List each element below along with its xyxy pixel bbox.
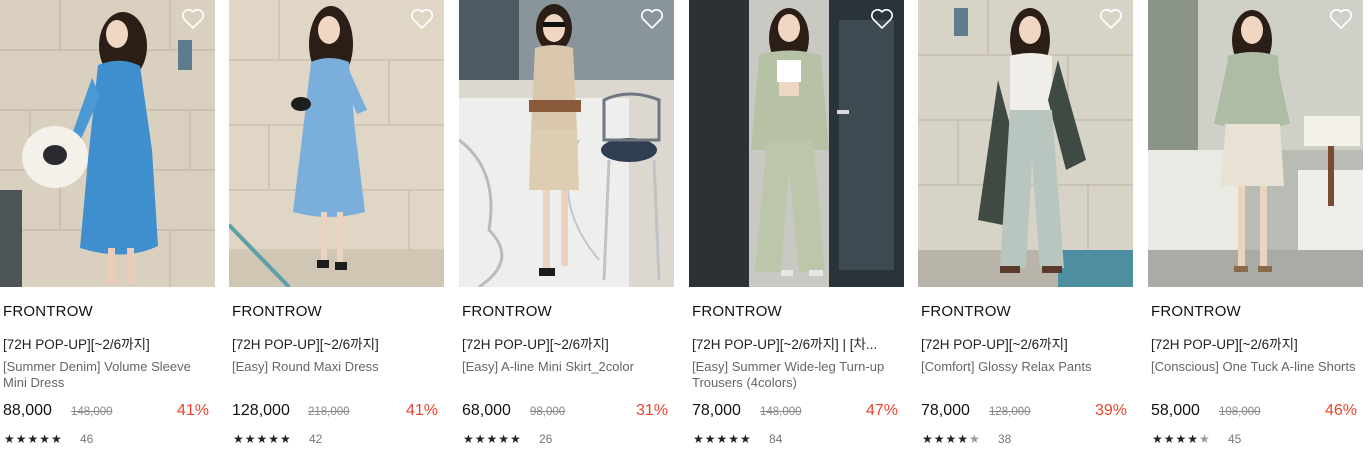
brand-name[interactable]: FRONTROW bbox=[462, 303, 552, 320]
rating-stars: ★★★★★ bbox=[922, 432, 981, 446]
product-card[interactable]: FRONTROW [72H POP-UP][~2/6까지] [Easy] A-l… bbox=[459, 0, 674, 473]
promo-tag: [72H POP-UP][~2/6까지] bbox=[232, 337, 379, 352]
rating-stars: ★★★★★ bbox=[1152, 432, 1211, 446]
rating-stars: ★★★★★ bbox=[4, 432, 63, 446]
review-count: 46 bbox=[80, 432, 94, 446]
product-image[interactable] bbox=[459, 0, 674, 287]
original-price: 148,000 bbox=[760, 406, 802, 418]
original-price: 148,000 bbox=[71, 406, 113, 418]
discount-rate: 39% bbox=[1094, 402, 1127, 419]
product-image[interactable] bbox=[229, 0, 444, 287]
sale-price: 78,000 bbox=[921, 402, 970, 419]
sale-price: 128,000 bbox=[232, 402, 290, 419]
discount-rate: 31% bbox=[635, 402, 668, 419]
product-name[interactable]: [Conscious] One Tuck A-line Shorts bbox=[1151, 359, 1356, 375]
product-image[interactable] bbox=[1148, 0, 1363, 287]
rating-stars: ★★★★★ bbox=[693, 432, 752, 446]
wishlist-heart-icon[interactable] bbox=[410, 8, 434, 30]
rating-stars: ★★★★★ bbox=[463, 432, 522, 446]
sale-price: 88,000 bbox=[3, 402, 52, 419]
brand-name[interactable]: FRONTROW bbox=[692, 303, 782, 320]
product-card[interactable]: FRONTROW [72H POP-UP][~2/6까지] [Comfort] … bbox=[918, 0, 1133, 473]
review-count: 42 bbox=[309, 432, 323, 446]
discount-rate: 47% bbox=[865, 402, 898, 419]
promo-tag: [72H POP-UP][~2/6까지] | [차... bbox=[692, 337, 878, 352]
product-card[interactable]: FRONTROW [72H POP-UP][~2/6까지] | [차... [E… bbox=[689, 0, 904, 473]
discount-rate: 41% bbox=[405, 402, 438, 419]
sale-price: 58,000 bbox=[1151, 402, 1200, 419]
original-price: 218,000 bbox=[308, 406, 350, 418]
product-name[interactable]: [Summer Denim] Volume Sleeve Mini Dress bbox=[3, 359, 208, 391]
original-price: 128,000 bbox=[989, 406, 1031, 418]
product-card[interactable]: FRONTROW [72H POP-UP][~2/6까지] [Conscious… bbox=[1148, 0, 1363, 473]
product-image[interactable] bbox=[0, 0, 215, 287]
promo-tag: [72H POP-UP][~2/6까지] bbox=[462, 337, 609, 352]
product-name[interactable]: [Easy] Round Maxi Dress bbox=[232, 359, 437, 375]
promo-tag: [72H POP-UP][~2/6까지] bbox=[921, 337, 1068, 352]
brand-name[interactable]: FRONTROW bbox=[1151, 303, 1241, 320]
product-name[interactable]: [Easy] Summer Wide-leg Turn-up Trousers … bbox=[692, 359, 897, 391]
review-count: 84 bbox=[769, 432, 783, 446]
sale-price: 78,000 bbox=[692, 402, 741, 419]
wishlist-heart-icon[interactable] bbox=[870, 8, 894, 30]
brand-name[interactable]: FRONTROW bbox=[3, 303, 93, 320]
original-price: 98,000 bbox=[530, 406, 566, 418]
product-image[interactable] bbox=[918, 0, 1133, 287]
promo-tag: [72H POP-UP][~2/6까지] bbox=[3, 337, 150, 352]
product-card[interactable]: FRONTROW [72H POP-UP][~2/6까지] [Summer De… bbox=[0, 0, 215, 473]
brand-name[interactable]: FRONTROW bbox=[232, 303, 322, 320]
product-image[interactable] bbox=[689, 0, 904, 287]
brand-name[interactable]: FRONTROW bbox=[921, 303, 1011, 320]
wishlist-heart-icon[interactable] bbox=[181, 8, 205, 30]
wishlist-heart-icon[interactable] bbox=[1329, 8, 1353, 30]
product-grid: FRONTROW [72H POP-UP][~2/6까지] [Summer De… bbox=[0, 0, 1370, 473]
wishlist-heart-icon[interactable] bbox=[640, 8, 664, 30]
review-count: 38 bbox=[998, 432, 1012, 446]
review-count: 45 bbox=[1228, 432, 1242, 446]
discount-rate: 41% bbox=[176, 402, 209, 419]
discount-rate: 46% bbox=[1324, 402, 1357, 419]
rating-stars: ★★★★★ bbox=[233, 432, 292, 446]
review-count: 26 bbox=[539, 432, 553, 446]
wishlist-heart-icon[interactable] bbox=[1099, 8, 1123, 30]
original-price: 108,000 bbox=[1219, 406, 1261, 418]
product-name[interactable]: [Comfort] Glossy Relax Pants bbox=[921, 359, 1126, 375]
product-name[interactable]: [Easy] A-line Mini Skirt_2color bbox=[462, 359, 667, 375]
promo-tag: [72H POP-UP][~2/6까지] bbox=[1151, 337, 1298, 352]
product-card[interactable]: FRONTROW [72H POP-UP][~2/6까지] [Easy] Rou… bbox=[229, 0, 444, 473]
sale-price: 68,000 bbox=[462, 402, 511, 419]
